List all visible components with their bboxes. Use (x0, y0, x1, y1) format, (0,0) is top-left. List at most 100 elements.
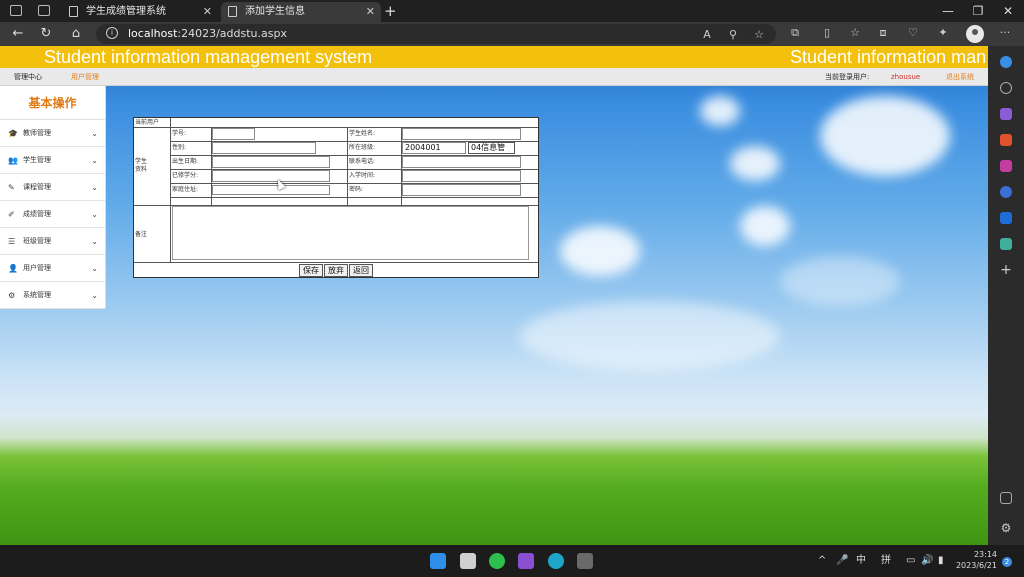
sidebar-item-users[interactable]: 👤 用户管理 ⌄ (0, 255, 105, 282)
chevron-down-icon: ⌄ (91, 237, 98, 246)
restore-icon[interactable]: ❐ (966, 2, 990, 20)
sidebar-item-teachers[interactable]: 🎓 教师管理 ⌄ (0, 120, 105, 147)
wechat-icon[interactable] (489, 553, 505, 569)
page-icon (228, 6, 237, 17)
sidebar-add-icon[interactable]: + (1000, 263, 1012, 277)
address-input[interactable] (212, 185, 330, 195)
split-screen-icon[interactable]: ▯ (820, 26, 834, 40)
nav-current-link[interactable]: 用户管理 (71, 68, 99, 86)
cloud-decoration (520, 301, 780, 371)
edge-sidebar: + ⚙ (988, 46, 1024, 545)
start-icon[interactable] (430, 553, 446, 569)
tab-grade-system[interactable]: 学生成绩管理系统 ✕ (62, 2, 218, 22)
url-text[interactable]: localhost:24023/addstu.aspx (128, 24, 287, 44)
profile-avatar[interactable] (966, 25, 984, 43)
student-id-label: 学号: (172, 130, 187, 137)
address-bar[interactable]: i localhost:24023/addstu.aspx A ⚲ ☆ (96, 24, 776, 44)
user-icon: 👤 (8, 264, 18, 273)
microphone-icon[interactable]: 🎤 (836, 554, 848, 568)
read-aloud-icon[interactable]: A (700, 28, 714, 42)
new-tab-icon[interactable]: + (384, 1, 397, 21)
gender-input[interactable] (212, 142, 316, 154)
sidebar-bell-icon[interactable] (1000, 56, 1012, 68)
current-user-label: 当前用户 (135, 119, 160, 126)
browser-tab-bar: 学生成绩管理系统 ✕ 添加学生信息 ✕ + — ❐ ✕ (0, 0, 1024, 22)
favorites-icon[interactable]: ☆ (848, 26, 862, 40)
phone-label: 联系电话: (349, 158, 376, 165)
sidebar-item-label: 教师管理 (23, 129, 51, 137)
credits-input[interactable] (212, 170, 330, 182)
window-close-icon[interactable]: ✕ (996, 2, 1020, 20)
home-icon[interactable]: ⌂ (66, 25, 86, 43)
tab-add-student[interactable]: 添加学生信息 ✕ (221, 2, 381, 22)
display-icon[interactable]: ▭ (906, 554, 915, 568)
task-view-icon[interactable] (460, 553, 476, 569)
back-button[interactable]: 返回 (349, 264, 373, 277)
zoom-icon[interactable]: ⚲ (726, 28, 740, 42)
cloud-decoration (700, 96, 740, 126)
save-button[interactable]: 保存 (299, 264, 323, 277)
nav-home-link[interactable]: 管理中心 (14, 68, 42, 86)
cancel-button[interactable]: 放弃 (324, 264, 348, 277)
sidebar-outlook-icon[interactable] (1000, 212, 1012, 224)
sidebar-item-students[interactable]: 👥 学生管理 ⌄ (0, 147, 105, 174)
sidebar-settings-icon[interactable]: ⚙ (1000, 522, 1012, 534)
minimize-icon[interactable]: — (936, 2, 960, 20)
phone-input[interactable] (402, 156, 521, 168)
performance-icon[interactable]: ♡ (906, 26, 920, 40)
chevron-down-icon: ⌄ (91, 210, 98, 219)
enroll-date-input[interactable] (402, 170, 521, 182)
class-id-input[interactable]: 2004001 (402, 142, 466, 154)
ime-lang[interactable]: 中 (856, 554, 866, 568)
table-divider (347, 127, 348, 205)
sidebar-item-classes[interactable]: ☰ 班级管理 ⌄ (0, 228, 105, 255)
sidebar-item-courses[interactable]: ✎ 课程管理 ⌄ (0, 174, 105, 201)
class-label: 所在班级: (349, 144, 376, 151)
cloud-decoration (740, 206, 790, 246)
more-menu-icon[interactable]: ··· (998, 26, 1012, 40)
logout-link[interactable]: 退出系统 (946, 68, 974, 86)
remark-textarea[interactable] (172, 206, 529, 260)
close-icon[interactable]: ✕ (203, 2, 212, 22)
student-name-input[interactable] (402, 128, 521, 140)
notification-badge[interactable]: 2 (1002, 557, 1012, 567)
collections-icon[interactable]: ⧈ (876, 26, 890, 40)
extensions-icon[interactable]: ⧉ (788, 26, 802, 40)
favorite-star-icon[interactable]: ☆ (752, 28, 766, 42)
sidebar-browser-icon[interactable] (1000, 186, 1012, 198)
sidebar-search-icon[interactable] (1000, 82, 1012, 94)
edge-icon[interactable] (548, 553, 564, 569)
student-name-label: 学生姓名: (349, 130, 376, 137)
app-icon[interactable] (577, 553, 593, 569)
student-id-input[interactable] (212, 128, 255, 140)
chevron-down-icon: ⌄ (91, 129, 98, 138)
birth-date-input[interactable] (212, 156, 330, 168)
clock[interactable]: 23:14 2023/6/21 (955, 549, 997, 571)
sidebar-title: 基本操作 (0, 86, 105, 120)
copilot-icon[interactable]: ✦ (936, 26, 950, 40)
tab-actions-icon[interactable] (38, 5, 50, 16)
sidebar-toolbox-icon[interactable] (1000, 134, 1012, 146)
password-input[interactable] (402, 184, 521, 196)
workspaces-icon[interactable] (10, 5, 22, 16)
sidebar-send-icon[interactable] (1000, 238, 1012, 250)
site-info-icon[interactable]: i (106, 27, 118, 39)
close-icon[interactable]: ✕ (366, 2, 375, 22)
table-divider (170, 197, 538, 198)
sidebar-tag-icon[interactable] (1000, 108, 1012, 120)
volume-icon[interactable]: 🔊 (921, 554, 933, 568)
visual-studio-icon[interactable] (518, 553, 534, 569)
banner-title-repeat: Student information man (790, 47, 987, 67)
sidebar-item-grades[interactable]: ✐ 成绩管理 ⌄ (0, 201, 105, 228)
class-select-value: 04信息管 (471, 143, 506, 152)
sidebar-layout-icon[interactable] (1000, 492, 1012, 504)
back-icon[interactable]: ← (8, 25, 28, 43)
refresh-icon[interactable]: ↻ (36, 25, 56, 43)
sidebar-people-icon[interactable] (1000, 160, 1012, 172)
top-nav: 管理中心 用户管理 当前登录用户: zhousue 退出系统 (0, 68, 988, 86)
battery-icon[interactable]: ▮ (938, 554, 944, 568)
sidebar-item-system[interactable]: ⚙ 系统管理 ⌄ (0, 282, 105, 309)
class-select[interactable]: 04信息管 (468, 142, 515, 154)
tray-expand-icon[interactable]: ^ (818, 554, 826, 568)
ime-mode[interactable]: 拼 (881, 554, 891, 568)
